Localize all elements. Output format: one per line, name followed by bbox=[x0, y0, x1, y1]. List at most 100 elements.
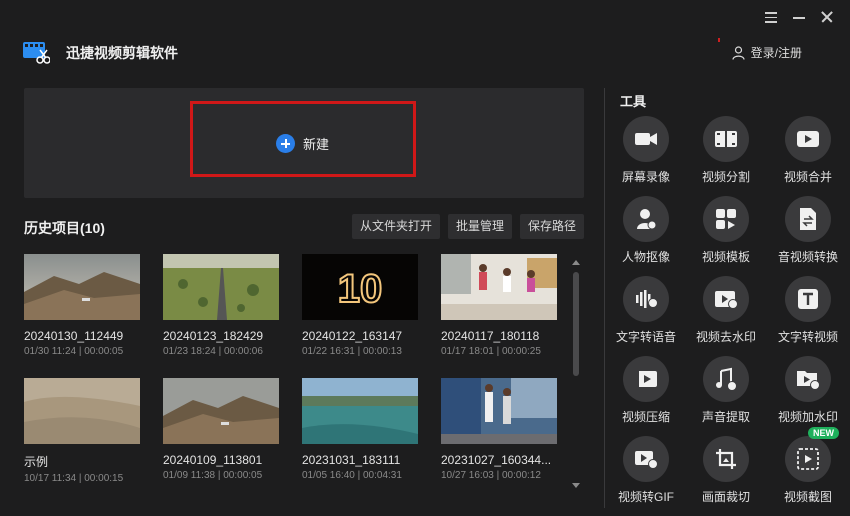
minimize-icon[interactable] bbox=[792, 10, 806, 24]
scroll-down-icon[interactable] bbox=[572, 483, 580, 488]
menu-icon[interactable] bbox=[764, 10, 778, 24]
project-card[interactable]: 20231031_183111 01/05 16:40 | 00:04:31 bbox=[302, 378, 418, 481]
project-name: 20240122_163147 bbox=[302, 329, 403, 343]
user-icon bbox=[732, 45, 745, 60]
tool-video-merge[interactable]: 视频合并 bbox=[768, 116, 848, 185]
new-badge: NEW bbox=[808, 427, 839, 439]
audio-extract-icon bbox=[703, 356, 749, 402]
add-watermark-icon bbox=[785, 356, 831, 402]
new-project-label: 新建 bbox=[303, 137, 330, 152]
project-meta: 01/05 16:40 | 00:04:31 bbox=[302, 470, 402, 481]
project-card[interactable]: 10 20240122_163147 01/22 16:31 | 00:00:1… bbox=[302, 254, 418, 357]
crop-icon bbox=[703, 436, 749, 482]
project-meta: 01/22 16:31 | 00:00:13 bbox=[302, 346, 402, 357]
tool-video-template[interactable]: 视频模板 bbox=[686, 196, 766, 265]
tool-add-watermark[interactable]: 视频加水印 bbox=[768, 356, 848, 425]
tool-video-screenshot[interactable]: NEW 视频截图 bbox=[768, 427, 848, 505]
tool-video-to-gif[interactable]: 视频转GIF bbox=[606, 436, 686, 505]
tool-remove-watermark[interactable]: 视频去水印 bbox=[686, 276, 766, 345]
save-path-button[interactable]: 保存路径 bbox=[519, 214, 584, 239]
project-meta: 10/27 16:03 | 00:00:12 bbox=[441, 470, 541, 481]
tool-label: 文字转语音 bbox=[615, 330, 676, 344]
scroll-up-icon[interactable] bbox=[572, 260, 580, 265]
tool-text-to-speech[interactable]: 文字转语音 bbox=[606, 276, 686, 345]
tool-text-to-video[interactable]: 文字转视频 bbox=[768, 276, 848, 345]
project-card[interactable]: 20240109_113801 01/09 11:38 | 00:00:05 bbox=[163, 378, 279, 481]
project-card[interactable]: 20231027_160344... 10/27 16:03 | 00:00:1… bbox=[441, 378, 557, 481]
tool-label: 视频压缩 bbox=[621, 410, 670, 424]
project-thumbnail bbox=[24, 378, 140, 444]
template-icon bbox=[703, 196, 749, 242]
project-card[interactable]: 20240130_112449 01/30 11:24 | 00:00:05 bbox=[24, 254, 140, 357]
tool-label: 屏幕录像 bbox=[621, 170, 670, 184]
project-name: 20231031_183111 bbox=[302, 453, 401, 467]
compress-icon bbox=[623, 356, 669, 402]
camera-icon bbox=[623, 116, 669, 162]
scroll-thumb[interactable] bbox=[573, 272, 579, 376]
project-name: 20240109_113801 bbox=[163, 453, 263, 467]
batch-manage-button[interactable]: 批量管理 bbox=[447, 214, 512, 239]
login-label: 登录/注册 bbox=[750, 46, 802, 60]
project-meta: 01/17 18:01 | 00:00:25 bbox=[441, 346, 541, 357]
project-name: 20231027_160344... bbox=[441, 453, 552, 467]
plus-icon bbox=[276, 134, 295, 153]
app-brand: 迅捷视频剪辑软件 bbox=[22, 40, 178, 66]
project-name: 示例 bbox=[24, 455, 49, 469]
tool-label: 视频截图 bbox=[783, 490, 832, 504]
tool-label: 声音提取 bbox=[701, 410, 750, 424]
screenshot-icon: NEW bbox=[785, 427, 839, 482]
project-thumbnail bbox=[302, 378, 418, 444]
tool-label: 音视频转换 bbox=[777, 250, 838, 264]
gif-icon bbox=[623, 436, 669, 482]
tool-screen-record[interactable]: 屏幕录像 bbox=[606, 116, 686, 185]
film-split-icon bbox=[703, 116, 749, 162]
text-to-speech-icon bbox=[623, 276, 669, 322]
new-project-button[interactable]: 新建 bbox=[276, 134, 329, 153]
project-thumbnail bbox=[441, 254, 557, 320]
project-card[interactable]: 20240117_180118 01/17 18:01 | 00:00:25 bbox=[441, 254, 557, 357]
tool-video-split[interactable]: 视频分割 bbox=[686, 116, 766, 185]
history-title: 历史项目(10) bbox=[24, 220, 105, 236]
tool-label: 视频分割 bbox=[701, 170, 750, 184]
tool-label: 视频转GIF bbox=[618, 490, 674, 504]
tool-portrait-cutout[interactable]: 人物抠像 bbox=[606, 196, 686, 265]
project-thumbnail bbox=[441, 378, 557, 444]
project-name: 20240130_112449 bbox=[24, 329, 124, 343]
tool-av-convert[interactable]: 音视频转换 bbox=[768, 196, 848, 265]
tool-label: 视频合并 bbox=[783, 170, 832, 184]
countdown-number: 10 bbox=[338, 267, 383, 311]
project-meta: 01/09 11:38 | 00:00:05 bbox=[163, 470, 263, 481]
project-card[interactable]: 20240123_182429 01/23 18:24 | 00:00:06 bbox=[163, 254, 279, 357]
convert-icon bbox=[785, 196, 831, 242]
project-name: 20240117_180118 bbox=[441, 329, 540, 343]
video-merge-icon bbox=[785, 116, 831, 162]
panel-divider bbox=[604, 88, 605, 508]
tool-label: 文字转视频 bbox=[777, 330, 838, 344]
tools-title: 工具 bbox=[620, 94, 647, 109]
project-name: 20240123_182429 bbox=[163, 329, 264, 343]
app-logo-icon bbox=[23, 42, 50, 64]
login-button[interactable]: 登录/注册 bbox=[732, 44, 802, 61]
remove-watermark-icon bbox=[703, 276, 749, 322]
app-title: 迅捷视频剪辑软件 bbox=[66, 45, 178, 61]
tool-audio-extract[interactable]: 声音提取 bbox=[686, 356, 766, 425]
project-meta: 01/23 18:24 | 00:00:06 bbox=[163, 346, 263, 357]
tool-label: 视频模板 bbox=[701, 250, 750, 264]
portrait-cutout-icon bbox=[623, 196, 669, 242]
tool-label: 画面裁切 bbox=[701, 490, 750, 504]
tool-crop[interactable]: 画面裁切 bbox=[686, 436, 766, 505]
project-thumbnail: 10 bbox=[302, 254, 418, 320]
project-meta: 01/30 11:24 | 00:00:05 bbox=[24, 346, 124, 357]
project-card[interactable]: 示例 10/17 11:34 | 00:00:15 bbox=[24, 378, 140, 484]
tool-label: 视频加水印 bbox=[777, 410, 838, 424]
project-thumbnail bbox=[163, 378, 279, 444]
tool-label: 人物抠像 bbox=[621, 250, 670, 264]
new-project-panel[interactable]: 新建 bbox=[24, 88, 584, 198]
tool-video-compress[interactable]: 视频压缩 bbox=[606, 356, 686, 425]
history-scrollbar[interactable] bbox=[571, 260, 581, 488]
window-controls bbox=[764, 10, 834, 24]
history-actions: 从文件夹打开 批量管理 保存路径 bbox=[351, 214, 584, 239]
project-thumbnail bbox=[24, 254, 140, 320]
open-folder-button[interactable]: 从文件夹打开 bbox=[351, 214, 440, 239]
close-icon[interactable] bbox=[820, 10, 834, 24]
